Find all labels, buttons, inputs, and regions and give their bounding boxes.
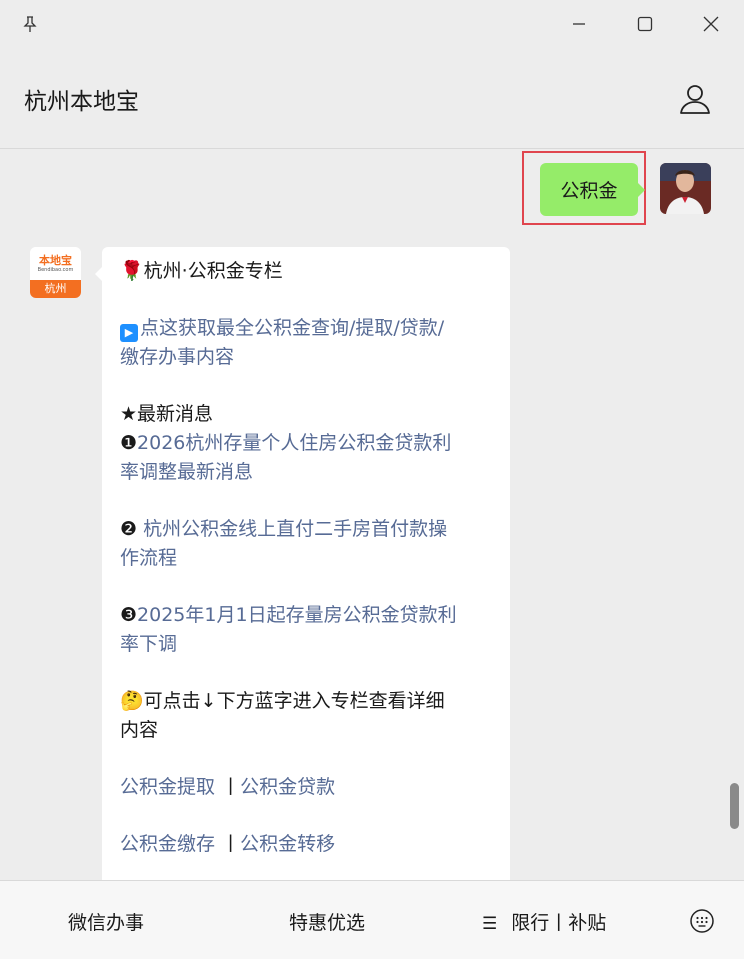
thinking-face-icon: 🤔 <box>120 690 144 712</box>
profile-icon[interactable] <box>678 82 712 116</box>
bot-message-bubble: 🌹杭州·公积金专栏 ▶ 点这获取最全公积金查询/提取/贷款/ 缴存办事内容 ★最新… <box>95 247 510 880</box>
news-2-line2[interactable]: 作流程 <box>120 544 492 573</box>
user-avatar[interactable] <box>660 163 711 214</box>
chat-title: 杭州本地宝 <box>24 89 139 115</box>
avatar-brand-text: 本地宝 <box>39 253 72 267</box>
news-1-line2[interactable]: 率调整最新消息 <box>120 458 492 487</box>
pin-icon[interactable] <box>18 12 42 36</box>
main-link[interactable]: ▶ 点这获取最全公积金查询/提取/贷款/ 缴存办事内容 <box>120 314 492 372</box>
close-icon[interactable] <box>699 12 723 36</box>
chat-header: 杭州本地宝 <box>0 48 744 149</box>
news-3-line1[interactable]: 2025年1月1日起存量房公积金贷款利 <box>137 604 457 626</box>
link-separator: 丨 <box>221 776 241 798</box>
main-link-line1[interactable]: 点这获取最全公积金查询/提取/贷款/ <box>140 317 444 339</box>
link-withdrawal[interactable]: 公积金提取 <box>120 776 215 798</box>
column-title: 🌹杭州·公积金专栏 <box>120 257 492 286</box>
link-loan[interactable]: 公积金贷款 <box>240 776 335 798</box>
number-1-icon: ❶ <box>120 432 138 454</box>
news-item-1[interactable]: ❶2026杭州存量个人住房公积金贷款利 率调整最新消息 <box>120 429 492 487</box>
column-title-text: 杭州·公积金专栏 <box>143 260 283 282</box>
news-3-line2[interactable]: 率下调 <box>120 630 492 659</box>
menu-item-restrictions-label: 限行丨补贴 <box>511 912 607 934</box>
news-item-3[interactable]: ❸2025年1月1日起存量房公积金贷款利 率下调 <box>120 601 492 659</box>
menu-item-restrictions[interactable]: ☰ 限行丨补贴 <box>482 908 606 935</box>
hint-line1: 可点击↓下方蓝字进入专栏查看详细 <box>143 690 445 712</box>
play-icon: ▶ <box>120 324 138 342</box>
avatar-city-text: 杭州 <box>30 280 81 298</box>
quick-links-row-1: 公积金提取 丨公积金贷款 <box>120 773 492 802</box>
rose-icon: 🌹 <box>120 260 144 282</box>
window-titlebar <box>0 0 744 48</box>
menu-item-special-offers[interactable]: 特惠优选 <box>289 908 365 935</box>
link-transfer[interactable]: 公积金转移 <box>240 833 335 855</box>
avatar-url-text: Bendibao.com <box>37 266 74 273</box>
latest-news-label: ★最新消息 <box>120 403 214 425</box>
news-2-line1[interactable]: 杭州公积金线上直付二手房首付款操 <box>137 518 447 540</box>
news-item-2[interactable]: ❷ 杭州公积金线上直付二手房首付款操 作流程 <box>120 515 492 573</box>
user-message-bubble[interactable]: 公积金 <box>540 163 645 216</box>
hint-text: 🤔可点击↓下方蓝字进入专栏查看详细 内容 <box>120 687 492 745</box>
link-separator: 丨 <box>221 833 241 855</box>
scrollbar-thumb[interactable] <box>730 783 739 829</box>
news-1-line1[interactable]: 2026杭州存量个人住房公积金贷款利 <box>137 432 451 454</box>
bottom-menu: 微信办事 特惠优选 ☰ 限行丨补贴 <box>0 880 744 959</box>
hint-line2: 内容 <box>120 719 159 741</box>
number-3-icon: ❸ <box>120 604 138 626</box>
quick-links-row-2: 公积金缴存 丨公积金转移 <box>120 830 492 859</box>
menu-list-icon: ☰ <box>482 914 498 934</box>
minimize-icon[interactable] <box>567 12 591 36</box>
maximize-icon[interactable] <box>633 12 657 36</box>
bot-avatar[interactable]: 本地宝 Bendibao.com 杭州 <box>30 247 81 298</box>
chat-area: 公积金 本地宝 Bendibao.com 杭州 🌹杭州·公积金专栏 ▶ 点这获取最… <box>0 149 744 880</box>
keyboard-icon[interactable] <box>690 909 714 933</box>
main-link-line2[interactable]: 缴存办事内容 <box>120 343 492 372</box>
link-deposit[interactable]: 公积金缴存 <box>120 833 215 855</box>
number-2-icon: ❷ <box>120 518 138 540</box>
menu-item-wechat-services[interactable]: 微信办事 <box>68 908 144 935</box>
